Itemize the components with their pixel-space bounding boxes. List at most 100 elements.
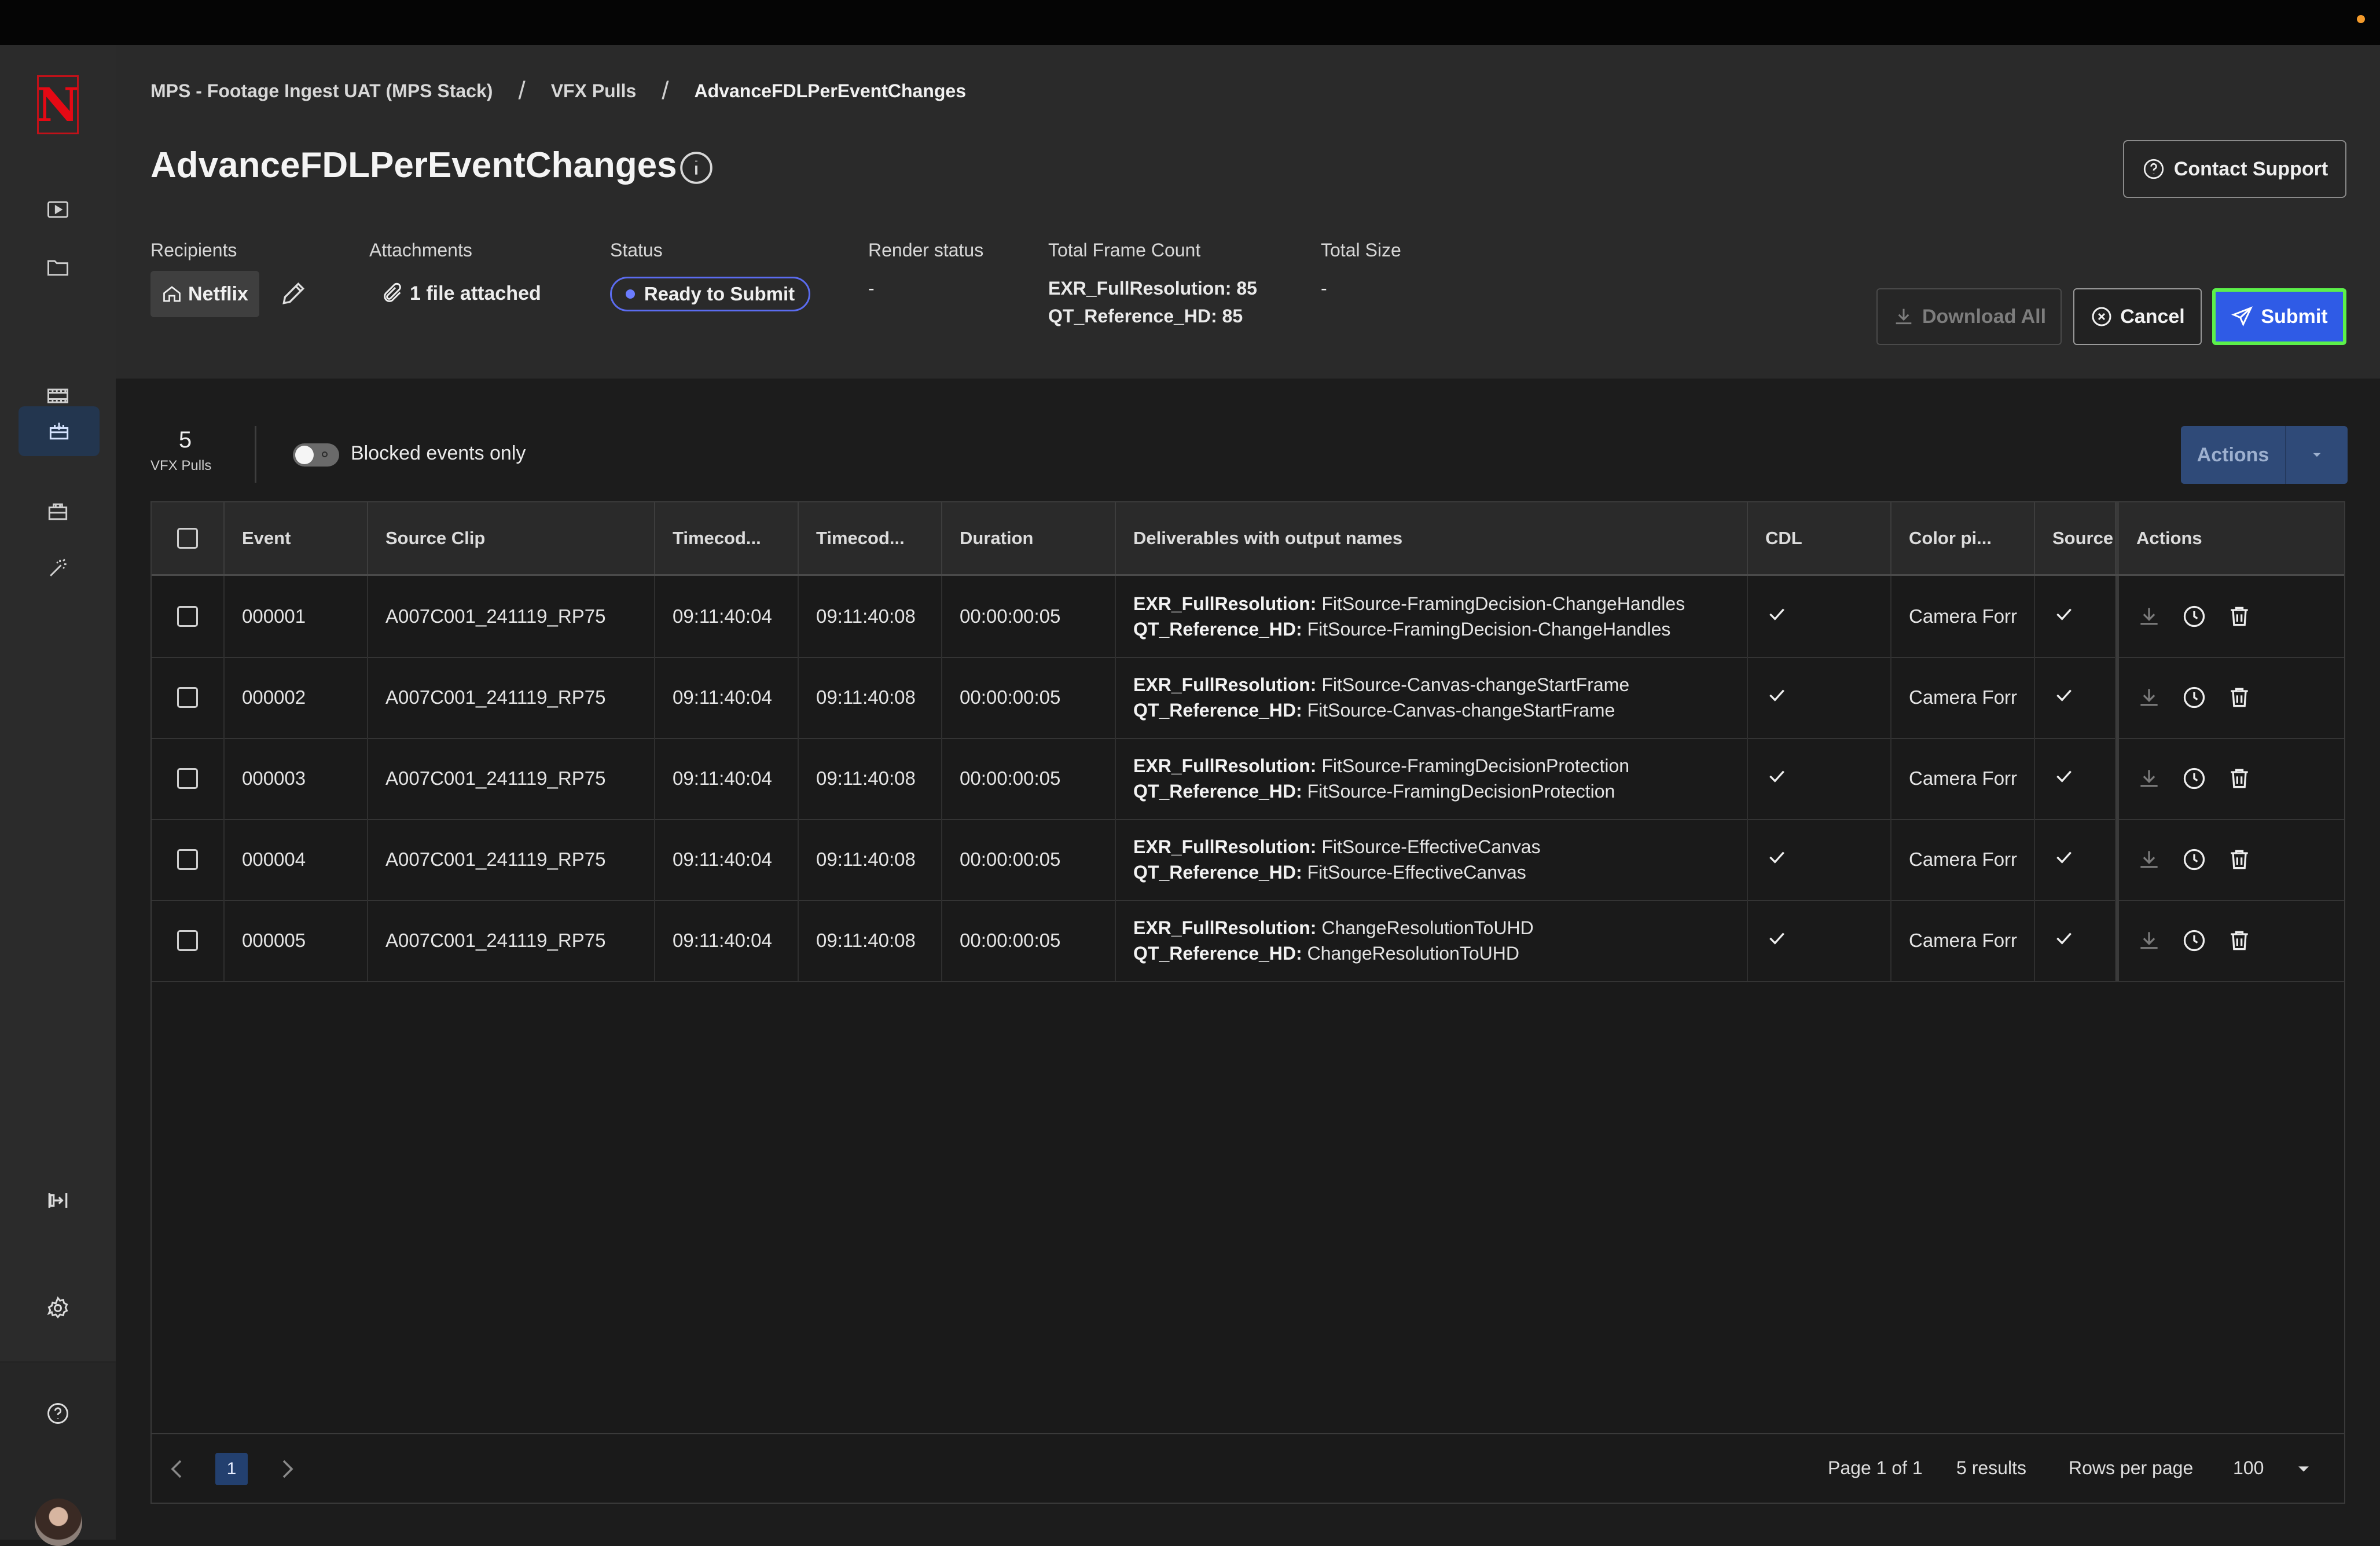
table-row[interactable]: 000001 A007C001_241119_RP75 09:11:40:04 09:… <box>152 576 2344 658</box>
vfx-pulls-icon[interactable] <box>19 406 100 456</box>
delete-icon[interactable] <box>2227 685 2252 710</box>
column-header-source[interactable]: Source <box>2035 502 2116 574</box>
row-checkbox[interactable] <box>177 687 198 708</box>
download-icon <box>1896 309 1912 325</box>
page-button-current[interactable]: 1 <box>215 1453 248 1485</box>
check-icon <box>2052 684 2076 711</box>
rows-per-page-select[interactable]: 100 <box>2233 1457 2264 1479</box>
chevron-right-icon[interactable] <box>273 1455 301 1483</box>
help-icon[interactable] <box>36 1391 80 1435</box>
actions-button[interactable]: Actions <box>2181 426 2285 484</box>
delete-icon[interactable] <box>2227 766 2252 791</box>
check-icon <box>2052 603 2076 630</box>
contact-support-button[interactable]: Contact Support <box>2123 140 2346 198</box>
caret-down-icon[interactable] <box>2293 1459 2314 1479</box>
select-all-cell <box>152 502 225 574</box>
history-icon[interactable] <box>2181 685 2207 710</box>
window-topbar <box>0 0 2380 45</box>
cell-source <box>2035 576 2116 657</box>
blocked-events-toggle[interactable] <box>293 443 339 467</box>
download-icon[interactable] <box>2136 604 2162 629</box>
magic-wand-icon[interactable] <box>36 546 80 590</box>
check-icon <box>2052 765 2076 792</box>
download-icon[interactable] <box>2136 685 2162 710</box>
deliverable-value: ChangeResolutionToUHD <box>1316 917 1534 938</box>
info-icon[interactable] <box>678 150 714 186</box>
breadcrumb-item-vfx-pulls[interactable]: VFX Pulls <box>551 80 637 102</box>
status-badge: Ready to Submit <box>610 277 810 311</box>
column-header-event[interactable]: Event <box>225 502 368 574</box>
paperclip-icon <box>384 282 401 302</box>
camera-bag-icon[interactable] <box>36 490 80 534</box>
folder-icon[interactable] <box>36 245 80 289</box>
history-icon[interactable] <box>2181 928 2207 953</box>
history-icon[interactable] <box>2181 604 2207 629</box>
deliverable-value: FitSource-Canvas-changeStartFrame <box>1302 700 1615 721</box>
deliverable-value: FitSource-FramingDecision-ChangeHandles <box>1302 619 1671 640</box>
deliverable-qt: QT_Reference_HD: FitSource-EffectiveCanv… <box>1133 863 1526 882</box>
row-checkbox[interactable] <box>177 768 198 789</box>
history-icon[interactable] <box>2181 766 2207 791</box>
status-dot <box>625 289 635 299</box>
breadcrumb-item-project[interactable]: MPS - Footage Ingest UAT (MPS Stack) <box>150 80 493 102</box>
blocked-events-label: Blocked events only <box>351 442 526 464</box>
column-header-color-pipeline[interactable]: Color pi... <box>1891 502 2035 574</box>
row-checkbox[interactable] <box>177 930 198 951</box>
table-row[interactable]: 000003 A007C001_241119_RP75 09:11:40:04 09:… <box>152 738 2344 820</box>
column-header-cdl[interactable]: CDL <box>1748 502 1891 574</box>
table-row[interactable]: 000005 A007C001_241119_RP75 09:11:40:04 09:… <box>152 900 2344 982</box>
netflix-logo[interactable]: N <box>36 75 79 134</box>
cell-duration: 00:00:00:05 <box>942 657 1116 738</box>
settings-icon[interactable] <box>36 1286 80 1330</box>
column-header-source-clip[interactable]: Source Clip <box>368 502 655 574</box>
header-panel: MPS - Footage Ingest UAT (MPS Stack) / V… <box>116 45 2380 379</box>
submit-label: Submit <box>2261 305 2328 328</box>
table-row[interactable]: 000002 A007C001_241119_RP75 09:11:40:04 09:… <box>152 657 2344 739</box>
chevron-left-icon[interactable] <box>163 1455 191 1483</box>
frame-count-label: Total Frame Count <box>1048 240 1201 260</box>
column-header-deliverables[interactable]: Deliverables with output names <box>1116 502 1748 574</box>
play-icon[interactable] <box>36 188 80 232</box>
cell-source <box>2035 900 2116 981</box>
row-checkbox[interactable] <box>177 849 198 870</box>
deliverable-exr: EXR_FullResolution: FitSource-Canvas-cha… <box>1133 675 1629 694</box>
download-icon[interactable] <box>2136 847 2162 872</box>
cancel-label: Cancel <box>2120 305 2185 328</box>
delete-icon[interactable] <box>2227 847 2252 872</box>
cell-timecode-in: 09:11:40:04 <box>655 819 799 900</box>
column-header-timecode-out[interactable]: Timecod... <box>799 502 942 574</box>
column-header-duration[interactable]: Duration <box>942 502 1116 574</box>
delete-icon[interactable] <box>2227 928 2252 953</box>
attachments-link[interactable]: 1 file attached <box>381 279 541 308</box>
render-status-label: Render status <box>868 240 984 260</box>
deliverable-value: FitSource-EffectiveCanvas <box>1302 862 1526 883</box>
row-checkbox[interactable] <box>177 606 198 627</box>
check-icon <box>1765 846 1788 873</box>
actions-dropdown-toggle[interactable] <box>2286 426 2348 484</box>
history-icon[interactable] <box>2181 847 2207 872</box>
cell-timecode-in: 09:11:40:04 <box>655 738 799 819</box>
select-all-checkbox[interactable] <box>177 528 198 549</box>
submit-button[interactable]: Submit <box>2212 288 2346 345</box>
deliverable-qt: QT_Reference_HD: ChangeResolutionToUHD <box>1133 944 1519 963</box>
row-actions <box>2136 685 2252 710</box>
cell-source-clip: A007C001_241119_RP75 <box>368 900 655 981</box>
cell-cdl <box>1748 900 1891 981</box>
cell-source <box>2035 657 2116 738</box>
cell-source-clip: A007C001_241119_RP75 <box>368 657 655 738</box>
cell-deliverables: EXR_FullResolution: FitSource-EffectiveC… <box>1116 819 1748 900</box>
table-row[interactable]: 000004 A007C001_241119_RP75 09:11:40:04 09:… <box>152 819 2344 901</box>
deliverable-key: QT_Reference_HD: <box>1133 619 1302 640</box>
download-icon[interactable] <box>2136 928 2162 953</box>
avatar[interactable] <box>35 1499 82 1546</box>
recipient-chip[interactable]: Netflix <box>150 271 259 317</box>
cell-event: 000001 <box>225 576 368 657</box>
edit-recipients-icon[interactable] <box>279 279 308 308</box>
download-all-button[interactable]: Download All <box>1876 288 2062 345</box>
status-label: Status <box>610 240 663 260</box>
delete-icon[interactable] <box>2227 604 2252 629</box>
download-icon[interactable] <box>2136 766 2162 791</box>
column-header-timecode-in[interactable]: Timecod... <box>655 502 799 574</box>
cancel-button[interactable]: Cancel <box>2073 288 2202 345</box>
collapse-sidebar-icon[interactable] <box>36 1178 80 1222</box>
